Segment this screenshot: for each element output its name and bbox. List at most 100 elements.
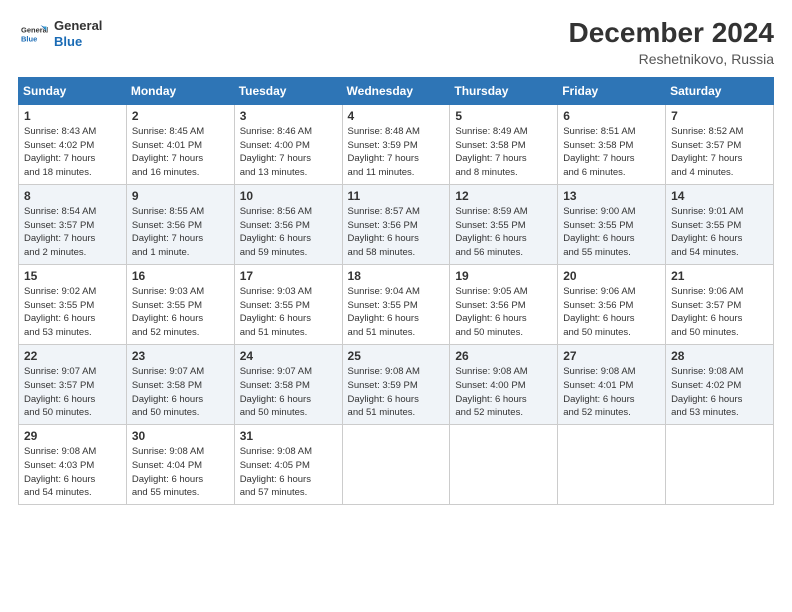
- header-day-sunday: Sunday: [19, 77, 127, 104]
- day-cell: 19Sunrise: 9:05 AM Sunset: 3:56 PM Dayli…: [450, 264, 558, 344]
- header-day-wednesday: Wednesday: [342, 77, 450, 104]
- calendar-header: SundayMondayTuesdayWednesdayThursdayFrid…: [19, 77, 774, 104]
- day-info: Sunrise: 8:54 AM Sunset: 3:57 PM Dayligh…: [24, 205, 121, 260]
- day-info: Sunrise: 8:55 AM Sunset: 3:56 PM Dayligh…: [132, 205, 229, 260]
- day-number: 2: [132, 109, 229, 123]
- header-day-friday: Friday: [558, 77, 666, 104]
- day-info: Sunrise: 9:04 AM Sunset: 3:55 PM Dayligh…: [348, 285, 445, 340]
- day-number: 7: [671, 109, 768, 123]
- day-info: Sunrise: 9:00 AM Sunset: 3:55 PM Dayligh…: [563, 205, 660, 260]
- day-cell: [450, 425, 558, 505]
- day-cell: 4 Sunrise: 8:48 AM Sunset: 3:59 PM Daylig…: [342, 104, 450, 184]
- day-cell: 31 Sunrise: 9:08 AM Sunset: 4:05 PM Dayli…: [234, 425, 342, 505]
- title-block: December 2024 Reshetnikovo, Russia: [569, 18, 774, 67]
- day-info: Sunrise: 8:46 AM Sunset: 4:00 PM Dayligh…: [240, 125, 337, 180]
- month-title: December 2024: [569, 18, 774, 49]
- week-row-5: 29 Sunrise: 9:08 AM Sunset: 4:03 PM Dayli…: [19, 425, 774, 505]
- day-number: 1: [24, 109, 121, 123]
- day-info: Sunrise: 9:06 AM Sunset: 3:56 PM Dayligh…: [563, 285, 660, 340]
- week-row-3: 15Sunrise: 9:02 AM Sunset: 3:55 PM Dayli…: [19, 264, 774, 344]
- week-row-2: 8 Sunrise: 8:54 AM Sunset: 3:57 PM Daylig…: [19, 184, 774, 264]
- day-number: 9: [132, 189, 229, 203]
- day-info: Sunrise: 8:48 AM Sunset: 3:59 PM Dayligh…: [348, 125, 445, 180]
- day-number: 11: [348, 189, 445, 203]
- day-number: 31: [240, 429, 337, 443]
- header-day-saturday: Saturday: [666, 77, 774, 104]
- day-info: Sunrise: 8:49 AM Sunset: 3:58 PM Dayligh…: [455, 125, 552, 180]
- day-cell: 16 Sunrise: 9:03 AM Sunset: 3:55 PM Dayli…: [126, 264, 234, 344]
- day-info: Sunrise: 8:51 AM Sunset: 3:58 PM Dayligh…: [563, 125, 660, 180]
- day-cell: [666, 425, 774, 505]
- day-cell: 2 Sunrise: 8:45 AM Sunset: 4:01 PM Daylig…: [126, 104, 234, 184]
- svg-text:Blue: Blue: [21, 34, 37, 43]
- day-info: Sunrise: 8:43 AM Sunset: 4:02 PM Dayligh…: [24, 125, 121, 180]
- day-info: Sunrise: 9:03 AM Sunset: 3:55 PM Dayligh…: [240, 285, 337, 340]
- day-cell: 10 Sunrise: 8:56 AM Sunset: 3:56 PM Dayli…: [234, 184, 342, 264]
- day-info: Sunrise: 9:08 AM Sunset: 4:05 PM Dayligh…: [240, 445, 337, 500]
- day-number: 18: [348, 269, 445, 283]
- logo: General Blue General Blue: [18, 18, 102, 49]
- header: General Blue General Blue December 2024 …: [18, 18, 774, 67]
- day-number: 13: [563, 189, 660, 203]
- day-cell: 28 Sunrise: 9:08 AM Sunset: 4:02 PM Dayli…: [666, 344, 774, 424]
- day-cell: 26Sunrise: 9:08 AM Sunset: 4:00 PM Dayli…: [450, 344, 558, 424]
- day-cell: [342, 425, 450, 505]
- page: General Blue General Blue December 2024 …: [0, 0, 792, 612]
- day-number: 29: [24, 429, 121, 443]
- day-cell: 5 Sunrise: 8:49 AM Sunset: 3:58 PM Daylig…: [450, 104, 558, 184]
- day-number: 22: [24, 349, 121, 363]
- day-number: 28: [671, 349, 768, 363]
- day-info: Sunrise: 8:45 AM Sunset: 4:01 PM Dayligh…: [132, 125, 229, 180]
- day-info: Sunrise: 9:07 AM Sunset: 3:57 PM Dayligh…: [24, 365, 121, 420]
- day-cell: 27Sunrise: 9:08 AM Sunset: 4:01 PM Dayli…: [558, 344, 666, 424]
- day-number: 25: [348, 349, 445, 363]
- logo-icon: General Blue: [18, 19, 48, 49]
- day-info: Sunrise: 9:03 AM Sunset: 3:55 PM Dayligh…: [132, 285, 229, 340]
- day-cell: 15Sunrise: 9:02 AM Sunset: 3:55 PM Dayli…: [19, 264, 127, 344]
- day-number: 3: [240, 109, 337, 123]
- day-cell: 6 Sunrise: 8:51 AM Sunset: 3:58 PM Daylig…: [558, 104, 666, 184]
- day-cell: [558, 425, 666, 505]
- day-cell: 25Sunrise: 9:08 AM Sunset: 3:59 PM Dayli…: [342, 344, 450, 424]
- day-cell: 18 Sunrise: 9:04 AM Sunset: 3:55 PM Dayli…: [342, 264, 450, 344]
- day-cell: 14Sunrise: 9:01 AM Sunset: 3:55 PM Dayli…: [666, 184, 774, 264]
- day-number: 30: [132, 429, 229, 443]
- day-number: 6: [563, 109, 660, 123]
- day-number: 10: [240, 189, 337, 203]
- day-info: Sunrise: 9:01 AM Sunset: 3:55 PM Dayligh…: [671, 205, 768, 260]
- day-cell: 23Sunrise: 9:07 AM Sunset: 3:58 PM Dayli…: [126, 344, 234, 424]
- day-cell: 11 Sunrise: 8:57 AM Sunset: 3:56 PM Dayli…: [342, 184, 450, 264]
- day-info: Sunrise: 9:08 AM Sunset: 4:03 PM Dayligh…: [24, 445, 121, 500]
- day-number: 27: [563, 349, 660, 363]
- day-number: 5: [455, 109, 552, 123]
- day-info: Sunrise: 9:07 AM Sunset: 3:58 PM Dayligh…: [240, 365, 337, 420]
- day-cell: 22 Sunrise: 9:07 AM Sunset: 3:57 PM Dayli…: [19, 344, 127, 424]
- day-info: Sunrise: 9:07 AM Sunset: 3:58 PM Dayligh…: [132, 365, 229, 420]
- day-number: 4: [348, 109, 445, 123]
- logo-line1: General: [54, 18, 102, 34]
- day-cell: 21Sunrise: 9:06 AM Sunset: 3:57 PM Dayli…: [666, 264, 774, 344]
- header-day-thursday: Thursday: [450, 77, 558, 104]
- day-info: Sunrise: 8:56 AM Sunset: 3:56 PM Dayligh…: [240, 205, 337, 260]
- day-cell: 8 Sunrise: 8:54 AM Sunset: 3:57 PM Daylig…: [19, 184, 127, 264]
- logo-line2: Blue: [54, 34, 102, 50]
- day-cell: 1 Sunrise: 8:43 AM Sunset: 4:02 PM Daylig…: [19, 104, 127, 184]
- day-number: 15: [24, 269, 121, 283]
- day-number: 19: [455, 269, 552, 283]
- day-number: 8: [24, 189, 121, 203]
- day-number: 20: [563, 269, 660, 283]
- day-cell: 29 Sunrise: 9:08 AM Sunset: 4:03 PM Dayli…: [19, 425, 127, 505]
- day-cell: 30Sunrise: 9:08 AM Sunset: 4:04 PM Dayli…: [126, 425, 234, 505]
- logo-text: General Blue: [54, 18, 102, 49]
- day-info: Sunrise: 9:08 AM Sunset: 4:02 PM Dayligh…: [671, 365, 768, 420]
- day-number: 12: [455, 189, 552, 203]
- day-info: Sunrise: 8:57 AM Sunset: 3:56 PM Dayligh…: [348, 205, 445, 260]
- header-day-monday: Monday: [126, 77, 234, 104]
- day-info: Sunrise: 9:06 AM Sunset: 3:57 PM Dayligh…: [671, 285, 768, 340]
- day-info: Sunrise: 8:59 AM Sunset: 3:55 PM Dayligh…: [455, 205, 552, 260]
- day-info: Sunrise: 8:52 AM Sunset: 3:57 PM Dayligh…: [671, 125, 768, 180]
- day-number: 16: [132, 269, 229, 283]
- week-row-1: 1 Sunrise: 8:43 AM Sunset: 4:02 PM Daylig…: [19, 104, 774, 184]
- day-cell: 13 Sunrise: 9:00 AM Sunset: 3:55 PM Dayli…: [558, 184, 666, 264]
- day-info: Sunrise: 9:08 AM Sunset: 4:00 PM Dayligh…: [455, 365, 552, 420]
